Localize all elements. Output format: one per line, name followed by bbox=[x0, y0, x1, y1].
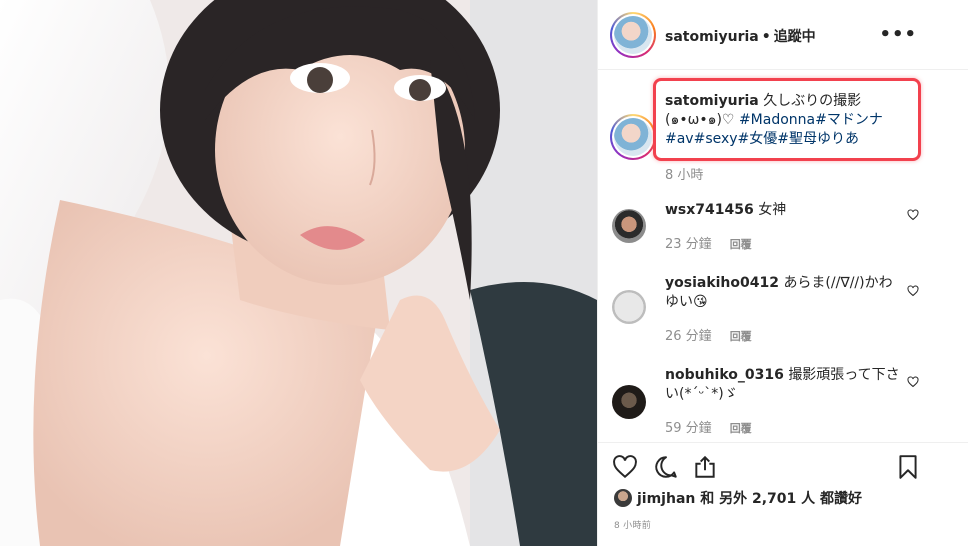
post-photo bbox=[0, 0, 597, 546]
caption-author-avatar[interactable] bbox=[610, 114, 656, 160]
comment-body: wsx741456 女神 bbox=[665, 201, 900, 220]
actions-divider bbox=[598, 442, 968, 443]
likes-count-text[interactable]: 和 另外 2,701 人 都讚好 bbox=[700, 491, 862, 507]
comment-meta: 59 分鐘 回覆 bbox=[665, 417, 752, 436]
liker-username[interactable]: jimjhan bbox=[637, 491, 695, 507]
comment-body: yosiakiho0412 あらま(//∇//)かわゆい😘 bbox=[665, 274, 900, 312]
liker-avatar[interactable] bbox=[614, 489, 632, 507]
comment-icon[interactable] bbox=[653, 454, 679, 480]
likes-summary: jimjhan 和 另外 2,701 人 都讚好 bbox=[614, 488, 862, 508]
bookmark-icon[interactable] bbox=[895, 454, 921, 480]
post-timestamp: 8 小時前 bbox=[614, 521, 652, 531]
comment-time: 26 分鐘 bbox=[665, 329, 712, 344]
author-username[interactable]: satomiyuria bbox=[665, 29, 759, 45]
comment-body: nobuhiko_0316 撮影頑張って下さい(*ˊᵕˋ*)ゞ bbox=[665, 366, 900, 404]
comment-meta: 26 分鐘 回覆 bbox=[665, 325, 752, 344]
comment-username[interactable]: yosiakiho0412 bbox=[665, 275, 779, 291]
comment-like-heart-icon[interactable] bbox=[907, 209, 919, 221]
caption: satomiyuria 久しぶりの撮影(๑•ω•๑)♡ #Madonna#マドン… bbox=[665, 92, 915, 149]
reply-button[interactable]: 回覆 bbox=[730, 330, 752, 343]
author-avatar[interactable] bbox=[610, 12, 656, 58]
commenter-avatar[interactable] bbox=[612, 209, 646, 243]
comment-text: 女神 bbox=[758, 202, 787, 218]
post-photo-illustration bbox=[0, 0, 597, 546]
header-username-line: satomiyuria • 追蹤中 bbox=[665, 26, 816, 46]
share-icon[interactable] bbox=[692, 454, 718, 480]
separator-dot: • bbox=[761, 29, 771, 45]
post-header: satomiyuria • 追蹤中 ••• bbox=[598, 0, 968, 70]
comment-time: 59 分鐘 bbox=[665, 421, 712, 436]
post-panel: satomiyuria • 追蹤中 ••• satomiyuria 久しぶりの撮影(… bbox=[597, 0, 968, 546]
caption-author-avatar-image bbox=[614, 118, 652, 156]
commenter-avatar[interactable] bbox=[612, 290, 646, 324]
caption-username[interactable]: satomiyuria bbox=[665, 93, 759, 109]
commenter-avatar[interactable] bbox=[612, 385, 646, 419]
reply-button[interactable]: 回覆 bbox=[730, 238, 752, 251]
comment-like-heart-icon[interactable] bbox=[907, 285, 919, 297]
follow-status-button[interactable]: 追蹤中 bbox=[774, 29, 816, 45]
more-options-icon[interactable]: ••• bbox=[879, 24, 917, 45]
comment-username[interactable]: wsx741456 bbox=[665, 202, 754, 218]
heart-icon[interactable] bbox=[612, 454, 638, 480]
comment-username[interactable]: nobuhiko_0316 bbox=[665, 367, 784, 383]
comment-time: 23 分鐘 bbox=[665, 237, 712, 252]
reply-button[interactable]: 回覆 bbox=[730, 422, 752, 435]
comment-meta: 23 分鐘 回覆 bbox=[665, 233, 752, 252]
caption-timestamp: 8 小時 bbox=[665, 168, 704, 183]
comment-like-heart-icon[interactable] bbox=[907, 376, 919, 388]
author-avatar-image bbox=[614, 16, 652, 54]
